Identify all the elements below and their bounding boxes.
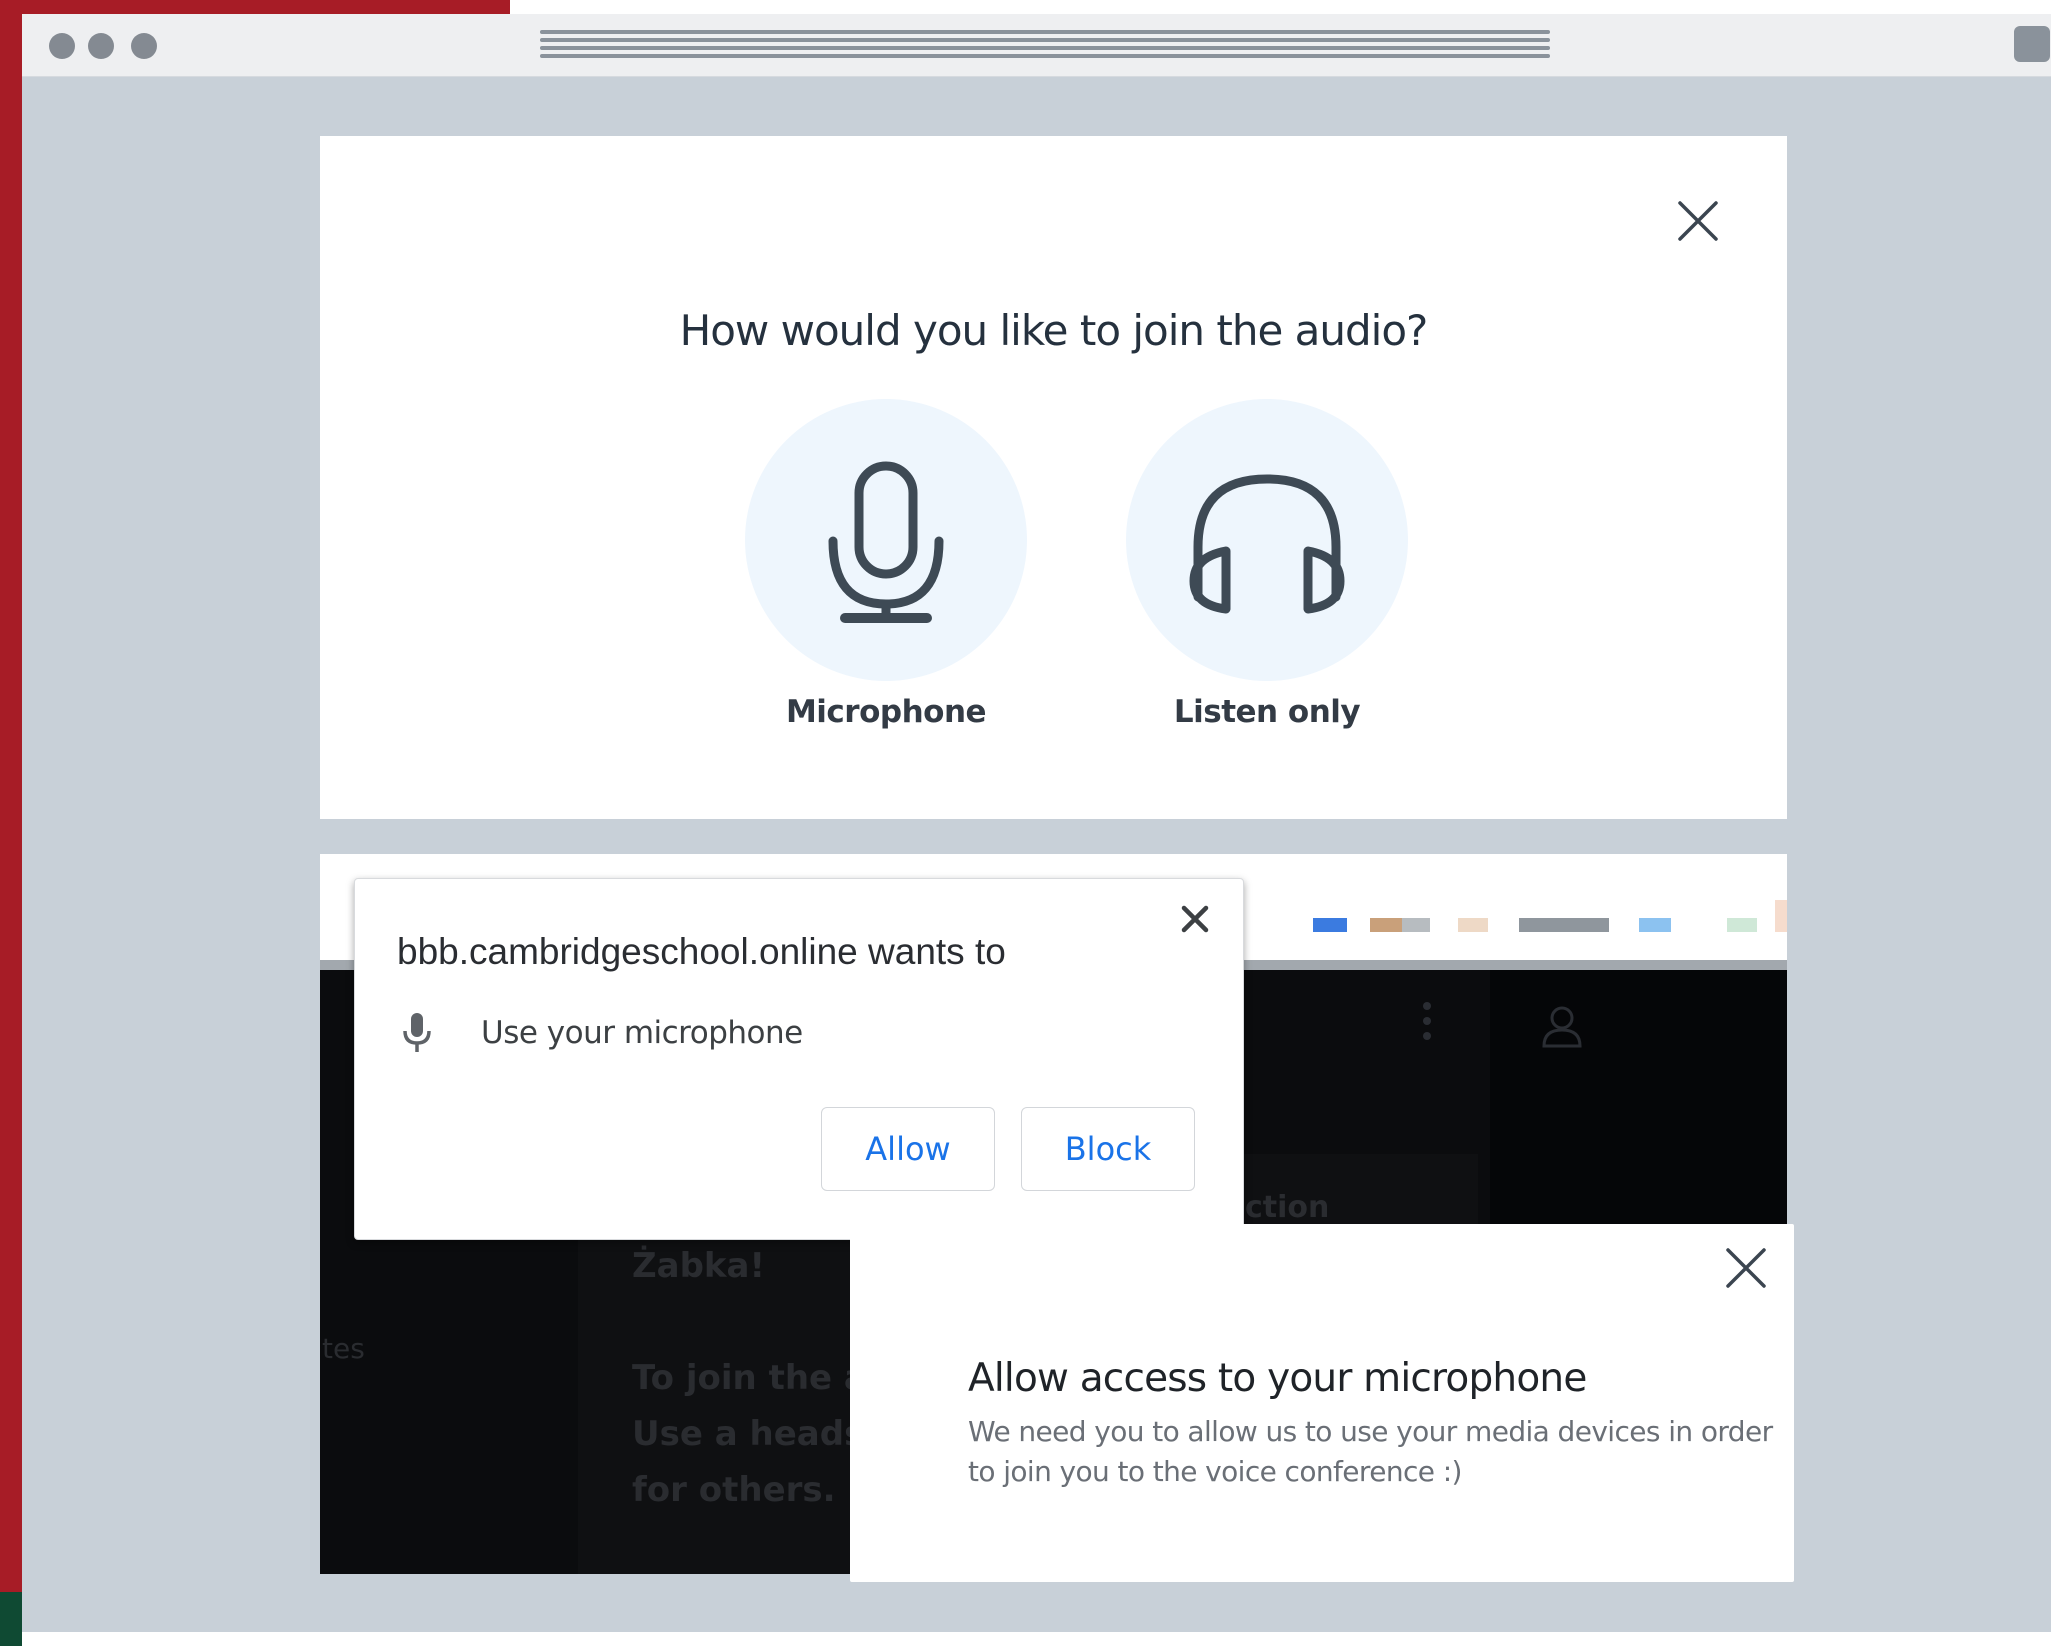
blurred-bookmark <box>1313 918 1347 932</box>
microphone-icon <box>403 1013 431 1052</box>
background-text: Żabka! <box>632 1246 765 1286</box>
audio-join-dialog: How would you like to join the audio? Mi… <box>320 136 1787 819</box>
microphone-option-label: Microphone <box>785 694 987 730</box>
permission-title: bbb.cambridgeschool.online wants to <box>397 931 1006 972</box>
address-bar-line <box>540 38 1550 42</box>
background-text: tes <box>322 1332 365 1365</box>
address-bar-line <box>540 54 1550 58</box>
microphone-icon <box>828 461 944 623</box>
blurred-bookmark <box>1519 918 1609 932</box>
window-control-dot[interactable] <box>49 33 75 59</box>
bottom-edge-decoration <box>0 1592 22 1646</box>
window-control-dot[interactable] <box>88 33 114 59</box>
blurred-bookmark <box>1402 918 1430 932</box>
blurred-bookmark <box>1458 918 1488 932</box>
allow-button[interactable]: Allow <box>821 1107 995 1191</box>
window-menu-button[interactable] <box>2014 26 2050 62</box>
background-text: To join the a <box>632 1358 867 1398</box>
blurred-bookmark <box>1775 900 1787 932</box>
headphones-icon <box>1189 474 1345 614</box>
background-text: for others. <box>632 1470 836 1510</box>
blurred-bookmark <box>1727 918 1757 932</box>
left-edge-decoration <box>0 0 22 1646</box>
block-button[interactable]: Block <box>1021 1107 1195 1191</box>
blurred-bookmark <box>1370 918 1402 932</box>
close-icon[interactable] <box>1675 198 1721 244</box>
address-bar-line <box>540 30 1550 34</box>
user-icon <box>1542 1006 1582 1048</box>
microphone-permission-popup: bbb.cambridgeschool.online wants to Use … <box>354 878 1244 1240</box>
close-icon[interactable] <box>1177 901 1213 937</box>
allow-access-modal: Allow access to your microphone We need … <box>850 1224 1794 1582</box>
background-text: ction <box>1245 1190 1330 1225</box>
permission-request-text: Use your microphone <box>481 1015 803 1051</box>
listen-only-option-label: Listen only <box>1173 694 1361 730</box>
blurred-bookmark <box>1639 918 1671 932</box>
close-icon[interactable] <box>1722 1244 1770 1292</box>
audio-dialog-title: How would you like to join the audio? <box>679 306 1429 355</box>
more-options-icon[interactable] <box>1423 1002 1431 1047</box>
top-edge-decoration <box>0 0 510 14</box>
address-bar-line <box>540 46 1550 50</box>
window-titlebar <box>22 14 2051 77</box>
window-control-dot[interactable] <box>131 33 157 59</box>
access-modal-title: Allow access to your microphone <box>968 1356 1587 1401</box>
access-modal-description: We need you to allow us to use your medi… <box>968 1415 1773 1488</box>
